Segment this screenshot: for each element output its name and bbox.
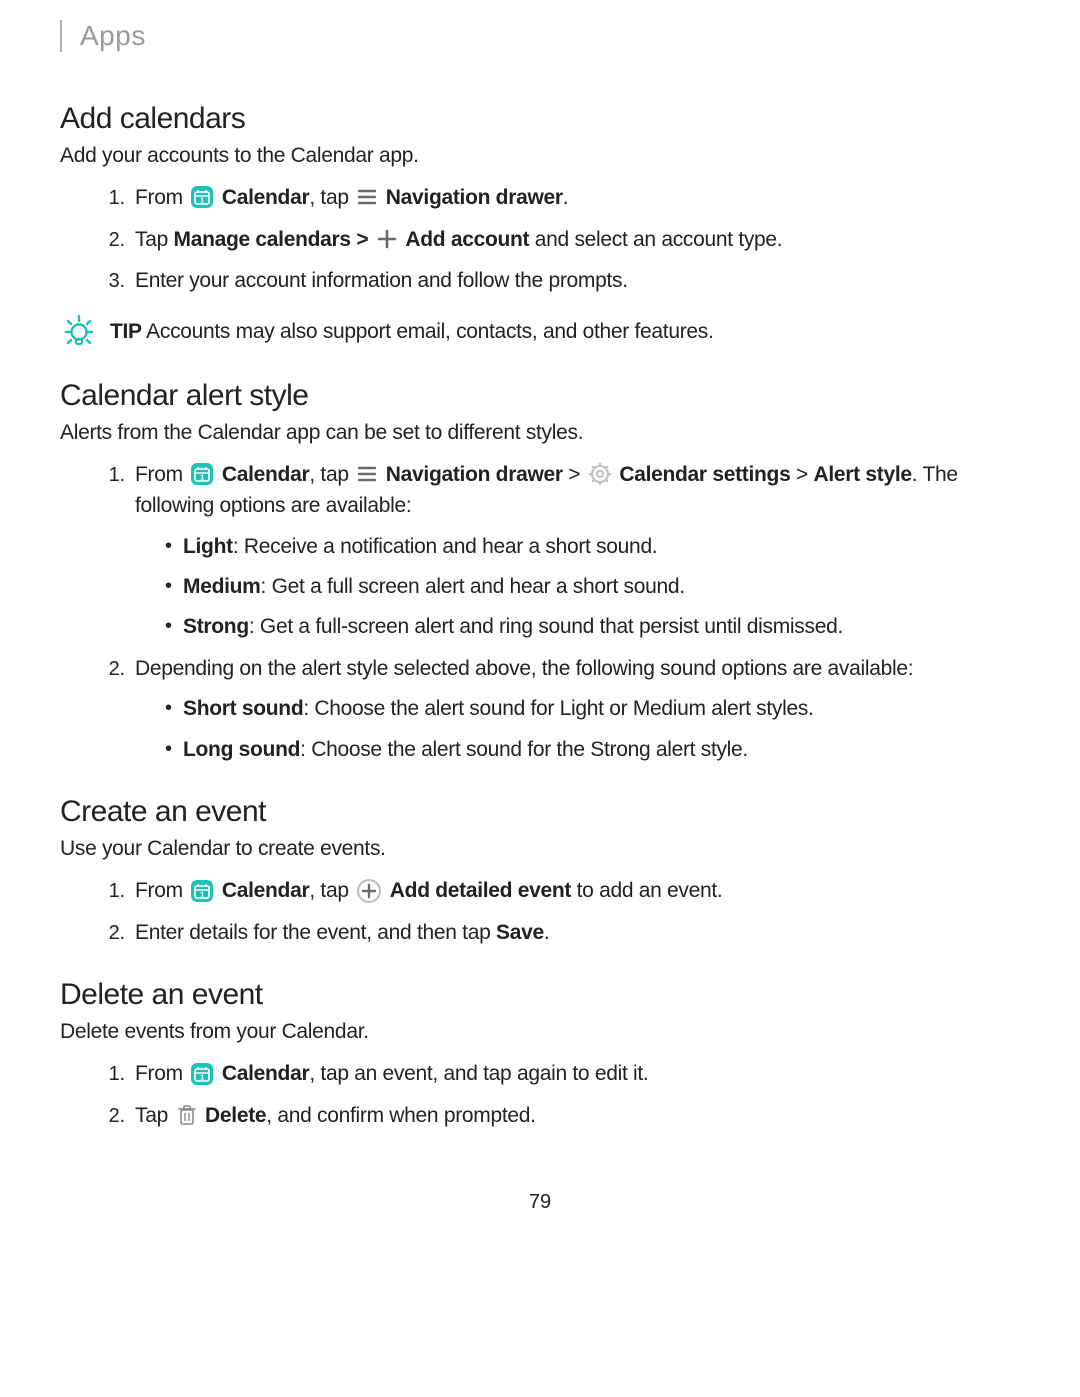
calendar-icon: [190, 1062, 214, 1086]
gear-icon: [588, 462, 612, 486]
option-list: Light: Receive a notification and hear a…: [135, 532, 1020, 643]
list-item: Medium: Get a full screen alert and hear…: [165, 572, 1020, 602]
step-item: From Calendar, tap Add detailed event to…: [130, 875, 1020, 907]
step-item: Enter your account information and follo…: [130, 265, 1020, 297]
step-item: From Calendar, tap Navigation drawer.: [130, 182, 1020, 214]
list-item: Long sound: Choose the alert sound for t…: [165, 735, 1020, 765]
page-number: 79: [60, 1191, 1020, 1214]
step-item: Depending on the alert style selected ab…: [130, 653, 1020, 765]
plus-icon: [376, 228, 398, 250]
steps-alert-style: From Calendar, tap Navigation drawer > C…: [60, 459, 1020, 766]
list-item: Strong: Get a full-screen alert and ring…: [165, 612, 1020, 642]
hamburger-icon: [356, 463, 378, 485]
plus-circle-icon: [356, 878, 382, 904]
intro-create-event: Use your Calendar to create events.: [60, 837, 1020, 861]
breadcrumb: Apps: [60, 20, 1020, 52]
hamburger-icon: [356, 186, 378, 208]
trash-icon: [176, 1103, 198, 1127]
calendar-icon: [190, 185, 214, 209]
step-item: From Calendar, tap Navigation drawer > C…: [130, 459, 1020, 643]
list-item: Short sound: Choose the alert sound for …: [165, 694, 1020, 724]
steps-delete-event: From Calendar, tap an event, and tap aga…: [60, 1058, 1020, 1131]
intro-delete-event: Delete events from your Calendar.: [60, 1020, 1020, 1044]
intro-add-calendars: Add your accounts to the Calendar app.: [60, 144, 1020, 168]
list-item: Light: Receive a notification and hear a…: [165, 532, 1020, 562]
steps-create-event: From Calendar, tap Add detailed event to…: [60, 875, 1020, 948]
document-page: Apps Add calendars Add your accounts to …: [0, 0, 1080, 1244]
calendar-icon: [190, 879, 214, 903]
heading-delete-event: Delete an event: [60, 978, 1020, 1012]
calendar-icon: [190, 462, 214, 486]
steps-add-calendars: From Calendar, tap Navigation drawer. Ta…: [60, 182, 1020, 297]
tip-text: Accounts may also support email, contact…: [142, 320, 714, 343]
tip-callout: TIP Accounts may also support email, con…: [60, 315, 1020, 349]
heading-alert-style: Calendar alert style: [60, 379, 1020, 413]
intro-alert-style: Alerts from the Calendar app can be set …: [60, 421, 1020, 445]
breadcrumb-label: Apps: [80, 20, 146, 51]
step-item: From Calendar, tap an event, and tap aga…: [130, 1058, 1020, 1090]
step-item: Tap Manage calendars > Add account and s…: [130, 224, 1020, 256]
heading-add-calendars: Add calendars: [60, 102, 1020, 136]
heading-create-event: Create an event: [60, 795, 1020, 829]
option-list: Short sound: Choose the alert sound for …: [135, 694, 1020, 765]
step-item: Enter details for the event, and then ta…: [130, 917, 1020, 949]
step-item: Tap Delete, and confirm when prompted.: [130, 1100, 1020, 1132]
lightbulb-icon: [62, 314, 96, 348]
tip-label: TIP: [110, 320, 142, 343]
